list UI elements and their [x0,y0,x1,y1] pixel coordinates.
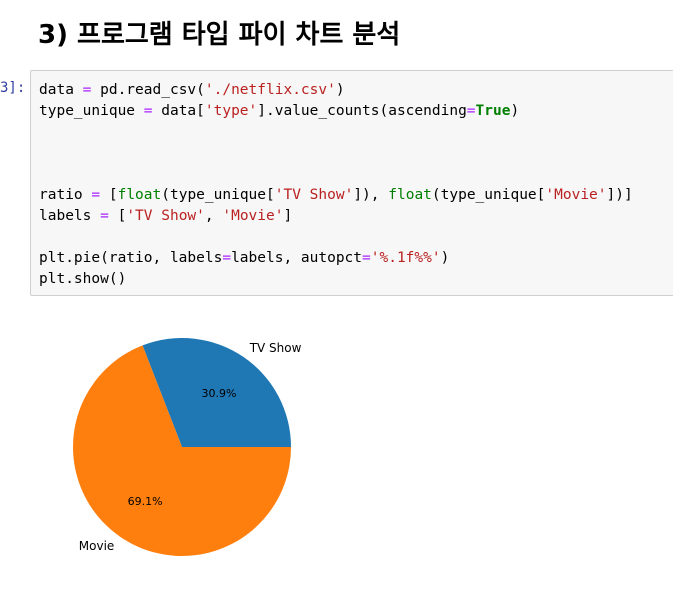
pie-category-label: TV Show [249,341,302,355]
code-token: data[ [152,103,205,119]
code-token: = [222,250,232,266]
code-token: ratio [39,187,92,203]
code-token: 'type' [204,103,258,119]
pie-percent-label: 30.9% [201,387,236,400]
code-token: 'Movie' [545,187,607,203]
code-token: labels, autopct [231,250,363,266]
section-heading: 3) 프로그램 타입 파이 차트 분석 [38,20,401,50]
code-token: 'TV Show' [274,187,354,203]
code-token: plt.pie(ratio, labels [39,250,223,266]
code-token: (type_unique[ [161,187,275,203]
code-token: float [388,187,432,203]
code-token: './netflix.csv' [204,82,336,98]
code-token: 'TV Show' [126,208,205,224]
code-token: = [362,250,371,266]
code-cell[interactable]: data = pd.read_csv('./netflix.csv') type… [30,70,673,296]
code-token: = [91,187,101,203]
code-line: ratio = [float(type_unique['TV Show']), … [39,187,633,203]
code-token: = [466,103,476,119]
cell-prompt: 3]: [0,80,26,96]
code-token: = [100,208,109,224]
code-token: ])] [606,187,633,203]
code-token: float [117,187,162,203]
pie-percent-label: 69.1% [128,495,163,508]
code-line: type_unique = data['type'].value_counts(… [39,103,519,119]
pie-category-label: Movie [79,539,115,553]
pie-chart-svg: 30.9% TV Show 69.1% Movie [73,338,302,556]
code-token: ].value_counts(ascending [257,103,467,119]
code-line: plt.show() [39,271,126,287]
code-token: pd.read_csv( [91,82,205,98]
code-token: plt.show() [39,271,127,287]
code-token: = [143,103,153,119]
code-token: '%.1f%%' [370,250,441,266]
code-token: ) [335,82,345,98]
code-token: [ [108,208,127,224]
code-editor[interactable]: data = pd.read_csv('./netflix.csv') type… [39,80,633,290]
code-token: [ [100,187,118,203]
pie-chart-output: 30.9% TV Show 69.1% Movie [0,300,673,602]
code-line: labels = ['TV Show', 'Movie'] [39,208,292,224]
code-token: ] [283,208,293,224]
code-token: 'Movie' [222,208,284,224]
code-token: True [475,103,511,119]
code-token: type_unique [39,103,144,119]
code-token: ) [510,103,520,119]
code-token: , [204,208,223,224]
code-token: ]), [353,187,389,203]
code-token: labels [39,208,101,224]
code-line: data = pd.read_csv('./netflix.csv') [39,82,345,98]
code-token: data [39,82,83,98]
code-token: (type_unique[ [431,187,546,203]
code-token: ) [440,250,450,266]
code-line: plt.pie(ratio, labels=labels, autopct='%… [39,250,449,266]
